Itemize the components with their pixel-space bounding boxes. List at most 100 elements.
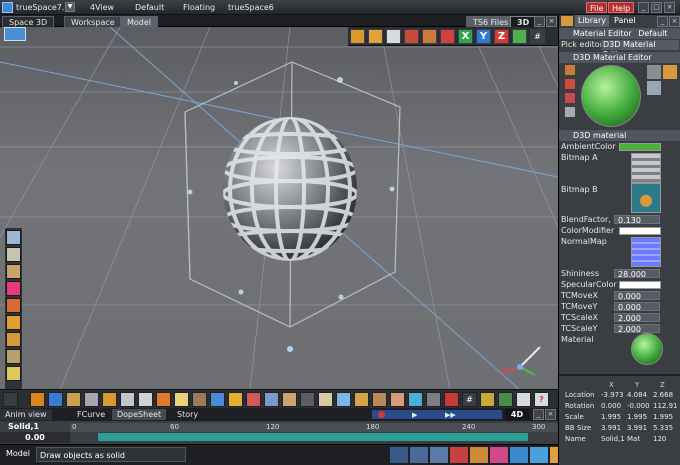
paint-tool-icon[interactable]	[6, 264, 21, 279]
bitmap-a-thumbnail[interactable]	[631, 153, 661, 183]
help-icon[interactable]: ?	[534, 392, 549, 407]
torus-tool-icon[interactable]	[6, 315, 21, 330]
taskbar-render-icon[interactable]	[430, 447, 448, 463]
trees-icon[interactable]	[408, 392, 423, 407]
tcscalex-field[interactable]: 2.000	[614, 313, 660, 323]
select-tool-icon[interactable]	[6, 230, 21, 245]
figure-icon[interactable]	[498, 392, 513, 407]
scale-z[interactable]: 1.995	[653, 412, 673, 422]
shininess-field[interactable]: 28.000	[614, 269, 660, 279]
anim-minimize-icon[interactable]: _	[533, 409, 544, 420]
stairs-icon[interactable]	[318, 392, 333, 407]
head-icon[interactable]	[390, 392, 405, 407]
tcmovey-field[interactable]: 0.000	[614, 302, 660, 312]
tab-model[interactable]: Model	[120, 16, 159, 27]
close-icon[interactable]: ×	[664, 2, 675, 13]
snap-icon[interactable]	[512, 29, 527, 44]
rotation-x[interactable]: 0.000	[601, 401, 621, 411]
tab-fcurve[interactable]: FCurve	[72, 409, 110, 420]
home-icon[interactable]	[404, 29, 419, 44]
playback-controls[interactable]	[372, 410, 502, 419]
box-icon[interactable]	[156, 392, 171, 407]
chevron-down-icon[interactable]: ▼	[65, 2, 75, 12]
grid-select-icon[interactable]: #	[462, 392, 477, 407]
preview-light-icon[interactable]	[663, 65, 677, 79]
light-tool-icon[interactable]	[6, 366, 21, 381]
d3d-material-editor-header[interactable]: D3D Material Editor	[559, 52, 680, 63]
x-axis-icon[interactable]: X	[458, 29, 473, 44]
cube-icon[interactable]	[368, 29, 383, 44]
frame-icon[interactable]	[386, 29, 401, 44]
forward-icon[interactable]: ▶▶	[445, 411, 456, 419]
material-thumbnail[interactable]	[631, 333, 663, 365]
room-icon[interactable]	[282, 392, 297, 407]
cube-primitive-icon[interactable]	[102, 392, 117, 407]
cage-icon[interactable]	[264, 392, 279, 407]
box-tool-icon[interactable]	[6, 332, 21, 347]
eraser-icon[interactable]	[565, 93, 575, 103]
tcmovex-field[interactable]: 0.000	[614, 291, 660, 301]
location-x[interactable]: -3.973	[601, 390, 624, 400]
taskbar-paint-icon[interactable]	[490, 447, 508, 463]
timeline-track[interactable]	[98, 433, 528, 441]
lasso-tool-icon[interactable]	[6, 247, 21, 262]
page-icon[interactable]	[516, 392, 531, 407]
preview-shape-icon[interactable]	[647, 65, 661, 79]
layout-dropdown[interactable]: 4View	[90, 2, 114, 13]
timeline[interactable]: Solid,1 0.00 0 60 120 180 240 300	[0, 421, 558, 444]
style-dropdown[interactable]: trueSpace6	[228, 2, 274, 13]
file-menu[interactable]: File	[586, 2, 608, 13]
colormodifier-swatch[interactable]	[619, 227, 661, 235]
view-close-icon[interactable]: ×	[546, 16, 557, 27]
taskbar-camera-icon[interactable]	[510, 447, 528, 463]
axis-gizmo[interactable]	[499, 346, 541, 376]
view-minimize-icon[interactable]: _	[534, 16, 545, 27]
location-y[interactable]: 4.084	[627, 390, 647, 400]
viewport-nav-icon[interactable]	[4, 27, 26, 41]
help-menu[interactable]: Help	[608, 2, 635, 13]
skeleton-icon[interactable]	[426, 392, 441, 407]
character-icon[interactable]	[372, 392, 387, 407]
bbsize-y[interactable]: 3.991	[627, 423, 647, 433]
grid-icon[interactable]: #	[530, 29, 545, 44]
picker-icon[interactable]	[565, 107, 575, 117]
panel-close-icon[interactable]: ×	[669, 16, 680, 27]
location-z[interactable]: 2.668	[653, 390, 673, 400]
cone-tool-icon[interactable]	[6, 281, 21, 296]
deform-tool-icon[interactable]	[6, 349, 21, 364]
pick-editor-dropdown[interactable]: D3D Material Editor	[601, 40, 679, 59]
tab-space3d[interactable]: Space 3D	[2, 16, 55, 27]
maximize-icon[interactable]: □	[651, 2, 662, 13]
preview-bg-icon[interactable]	[647, 81, 661, 95]
material-editor-header[interactable]: Material Editor Default	[559, 28, 680, 39]
material-preview-sphere[interactable]	[581, 65, 641, 127]
tab-workspace[interactable]: Workspace	[64, 16, 122, 27]
bbsize-x[interactable]: 3.991	[601, 423, 621, 433]
mode-dropdown[interactable]: Floating	[183, 2, 215, 13]
anim-close-icon[interactable]: ×	[545, 409, 556, 420]
tab-library[interactable]: Library	[575, 15, 609, 27]
taskbar-material-icon[interactable]	[450, 447, 468, 463]
view-4d-button[interactable]: 4D	[505, 409, 529, 420]
brush-icon[interactable]	[66, 392, 81, 407]
tab-ts6files[interactable]: TS6 Files	[466, 16, 516, 27]
play-icon[interactable]: ▶	[412, 411, 417, 419]
rotation-z[interactable]: 112.91	[653, 401, 678, 411]
rotation-y[interactable]: -0.000	[627, 401, 650, 411]
normalmap-thumbnail[interactable]	[631, 237, 661, 267]
toolbar-menu-icon[interactable]	[3, 392, 18, 407]
particle-icon[interactable]	[246, 392, 261, 407]
plane-icon[interactable]	[120, 392, 135, 407]
cylinder-icon[interactable]	[84, 392, 99, 407]
name-count[interactable]: 120	[653, 434, 666, 444]
taskbar-view-icon[interactable]	[410, 447, 428, 463]
ambient-color-swatch[interactable]	[619, 143, 661, 151]
panel-minimize-icon[interactable]: _	[657, 16, 668, 27]
cone-icon[interactable]	[174, 392, 189, 407]
sphere-group-icon[interactable]	[444, 392, 459, 407]
tab-story[interactable]: Story	[172, 409, 203, 420]
torus-icon[interactable]	[192, 392, 207, 407]
clouds-icon[interactable]	[336, 392, 351, 407]
textured-sphere[interactable]	[223, 117, 357, 261]
tab-panel[interactable]: Panel	[611, 15, 639, 27]
